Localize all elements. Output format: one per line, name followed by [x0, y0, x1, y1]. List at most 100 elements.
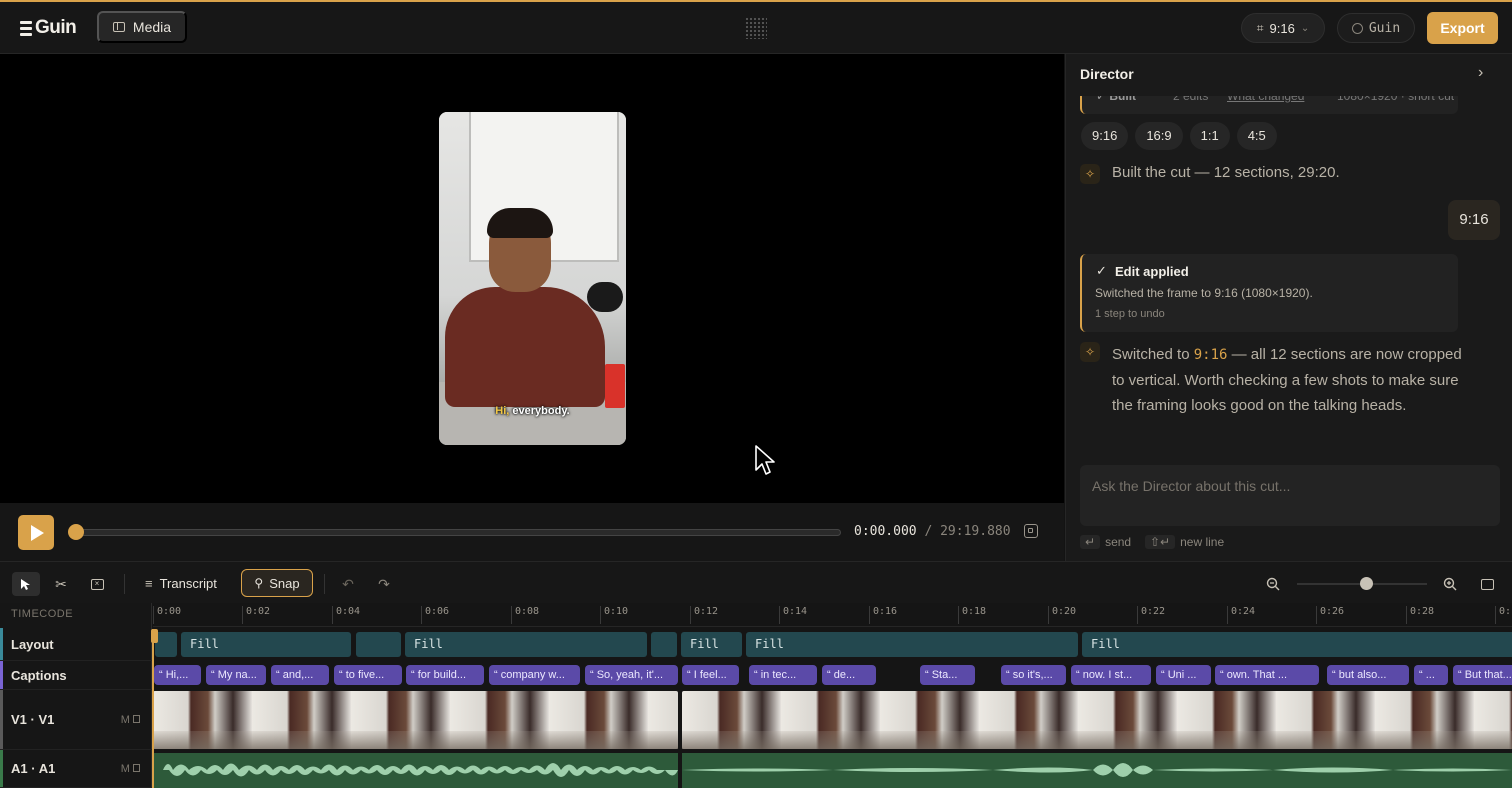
- mute-button[interactable]: M: [121, 714, 130, 726]
- lock-icon[interactable]: [133, 763, 140, 772]
- caption-segment[interactable]: “ so it's,...: [1001, 665, 1066, 685]
- shift-enter-key-icon: ⇧↵: [1145, 535, 1176, 549]
- layout-segment[interactable]: Fill: [746, 632, 1078, 657]
- caption-segment[interactable]: “ I feel...: [682, 665, 739, 685]
- audio-track[interactable]: [153, 753, 1512, 788]
- track-controls: M: [121, 714, 140, 726]
- drag-grid-icon[interactable]: [745, 17, 767, 39]
- zoom-out-icon[interactable]: [1259, 572, 1287, 596]
- preview-speaker-hair: [487, 208, 553, 238]
- total-time: 29:19.880: [940, 524, 1011, 539]
- scrub-bar[interactable]: [69, 529, 841, 536]
- guin-history-button[interactable]: Guin: [1337, 13, 1415, 43]
- caption-segment[interactable]: “ Uni ...: [1156, 665, 1211, 685]
- ruler-tick: 0:02: [242, 606, 270, 624]
- transcript-button[interactable]: ≡ Transcript: [135, 570, 227, 597]
- select-tool-icon[interactable]: [12, 572, 40, 596]
- ratio-chip-1-1[interactable]: 1:1: [1189, 122, 1230, 150]
- captions-track[interactable]: “ Hi,... “ My na... “ and,... “ to five.…: [153, 663, 1512, 687]
- scrub-handle[interactable]: [68, 524, 84, 540]
- redo-icon[interactable]: ↷: [370, 572, 398, 596]
- caption-segment[interactable]: “ So, yeah, it'...: [585, 665, 678, 685]
- caption-segment[interactable]: “ company w...: [489, 665, 580, 685]
- timeline-ruler[interactable]: 0:00 0:02 0:04 0:06 0:08 0:10 0:12 0:14 …: [153, 603, 1512, 627]
- clock-icon: [1351, 22, 1363, 34]
- layout-segment[interactable]: Fill: [181, 632, 351, 657]
- video-viewer[interactable]: Hi, everybody.: [0, 54, 1064, 503]
- playhead-handle[interactable]: [151, 629, 158, 643]
- layout-segment[interactable]: [356, 632, 401, 657]
- zoom-slider-handle[interactable]: [1360, 577, 1373, 590]
- layout-segment[interactable]: [155, 632, 177, 657]
- ruler-tick: 0:06: [421, 606, 449, 624]
- video-clip[interactable]: [682, 691, 1512, 749]
- check-icon: ✓: [1096, 263, 1107, 278]
- playback-bar: 0:00.000 / 29:19.880: [0, 503, 1064, 561]
- timeline-playhead[interactable]: [152, 629, 154, 788]
- mute-button[interactable]: M: [121, 763, 130, 775]
- video-clip[interactable]: [153, 691, 678, 749]
- app-logo[interactable]: Guin: [20, 15, 77, 41]
- track-labels: TIMECODE Layout Captions V1 · V1 M A1 · …: [0, 603, 152, 788]
- ruler-tick: 0:20: [1048, 606, 1076, 624]
- caption-segment[interactable]: “ ...: [1414, 665, 1448, 685]
- layout-segment[interactable]: Fill: [1082, 632, 1512, 657]
- ratio-chip-16-9[interactable]: 16:9: [1135, 122, 1183, 150]
- caption-segment[interactable]: “ to five...: [334, 665, 402, 685]
- ratio-chip-group: 9:16 16:9 1:1 4:5: [1081, 122, 1277, 150]
- caption-segment[interactable]: “ My na...: [206, 665, 266, 685]
- play-button[interactable]: [18, 515, 54, 550]
- subtitle-highlight: Hi,: [495, 405, 510, 417]
- layout-segment[interactable]: Fill: [681, 632, 742, 657]
- toolbar-divider: [124, 574, 125, 594]
- caption-segment[interactable]: “ for build...: [406, 665, 484, 685]
- enter-key-icon: ↵: [1080, 535, 1101, 549]
- crop-icon: ⌗: [1256, 20, 1264, 35]
- media-panel-icon: [112, 22, 125, 32]
- layout-segment[interactable]: [651, 632, 677, 657]
- fit-to-screen-icon[interactable]: [1024, 524, 1038, 538]
- logo-mark-icon: [20, 20, 32, 36]
- caption-segment[interactable]: “ own. That ...: [1215, 665, 1319, 685]
- track-label-audio[interactable]: A1 · A1 M: [0, 750, 152, 788]
- caption-segment[interactable]: “ Sta...: [920, 665, 975, 685]
- caption-segment[interactable]: “ de...: [822, 665, 876, 685]
- caption-segment[interactable]: “ and,...: [271, 665, 329, 685]
- video-preview-frame[interactable]: Hi, everybody.: [439, 112, 626, 445]
- ruler-tick: 0:26: [1316, 606, 1344, 624]
- zoom-in-icon[interactable]: [1436, 572, 1464, 596]
- user-message: 9:16: [1448, 200, 1500, 240]
- delete-clip-icon[interactable]: ×: [83, 572, 111, 596]
- layout-segment[interactable]: Fill: [405, 632, 647, 657]
- video-track[interactable]: [153, 691, 1512, 749]
- snap-toggle[interactable]: ⚲ Snap: [241, 569, 313, 597]
- ruler-tick: 0:16: [869, 606, 897, 624]
- newline-hint: ⇧↵ new line: [1145, 535, 1224, 549]
- caption-segment[interactable]: “ now. I st...: [1071, 665, 1151, 685]
- export-button[interactable]: Export: [1427, 12, 1498, 44]
- ratio-chip-4-5[interactable]: 4:5: [1236, 122, 1277, 150]
- director-message-built: Built the cut — 12 sections, 29:20.: [1112, 164, 1340, 181]
- caption-segment[interactable]: “ Hi,...: [154, 665, 201, 685]
- scissors-icon[interactable]: ✂: [47, 572, 75, 596]
- send-hint-label: send: [1105, 535, 1132, 549]
- director-input[interactable]: [1080, 465, 1500, 526]
- timeline: TIMECODE Layout Captions V1 · V1 M A1 · …: [0, 603, 1512, 788]
- track-label-captions[interactable]: Captions: [0, 661, 152, 690]
- chevron-right-icon[interactable]: ›: [1478, 64, 1483, 82]
- ratio-chip-9-16[interactable]: 9:16: [1081, 122, 1129, 150]
- play-icon: [31, 524, 44, 541]
- caption-segment[interactable]: “ But that...: [1453, 665, 1512, 685]
- track-label-layout[interactable]: Layout: [0, 628, 152, 661]
- track-label-video[interactable]: V1 · V1 M: [0, 690, 152, 750]
- undo-count[interactable]: 1 step to undo: [1095, 308, 1165, 320]
- lock-icon[interactable]: [133, 714, 140, 723]
- fit-timeline-icon[interactable]: [1473, 572, 1501, 596]
- aspect-ratio-dropdown[interactable]: ⌗ 9:16 ⌄: [1241, 13, 1325, 43]
- caption-segment[interactable]: “ in tec...: [749, 665, 817, 685]
- preview-microphone: [587, 282, 623, 312]
- undo-icon[interactable]: ↶: [334, 572, 362, 596]
- caption-segment[interactable]: “ but also...: [1327, 665, 1409, 685]
- layout-track[interactable]: Fill Fill Fill Fill Fill: [153, 629, 1512, 657]
- media-button[interactable]: Media: [97, 11, 187, 43]
